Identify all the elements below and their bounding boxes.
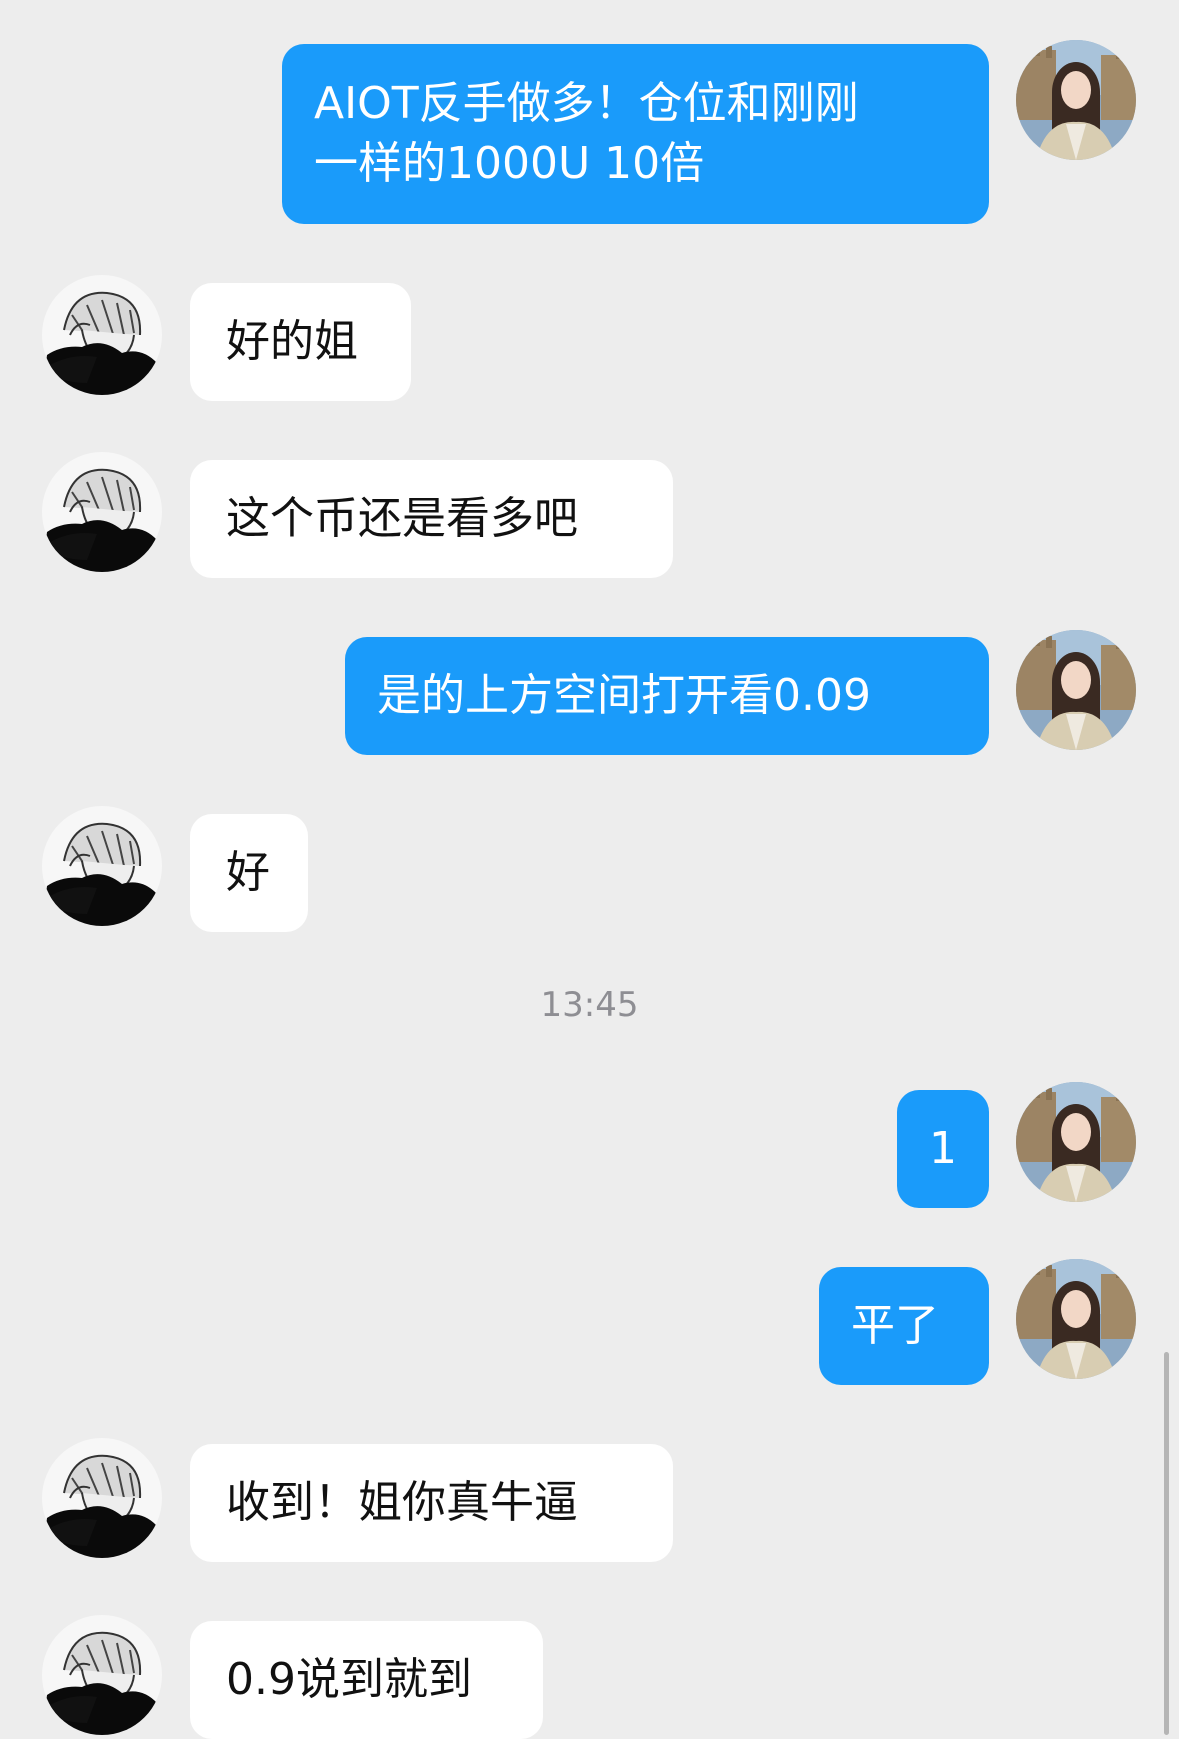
chat-message-list[interactable]: AIOT反手做多！仓位和刚刚 一样的1000U 10倍 好的姐 这个币还是看多吧… bbox=[0, 0, 1179, 1739]
message-bubble-incoming[interactable]: 0.9说到就到 bbox=[190, 1621, 543, 1739]
message-bubble-outgoing[interactable]: 1 bbox=[897, 1090, 989, 1208]
anime-avatar[interactable] bbox=[42, 1615, 162, 1735]
woman-photo-avatar-icon bbox=[1016, 40, 1136, 160]
message-bubble-outgoing[interactable]: 是的上方空间打开看0.09 bbox=[345, 637, 989, 755]
woman-photo-avatar-icon bbox=[1016, 630, 1136, 750]
message-bubble-incoming[interactable]: 收到！姐你真牛逼 bbox=[190, 1444, 673, 1562]
woman-photo-avatar-icon bbox=[1016, 1259, 1136, 1379]
message-bubble-incoming[interactable]: 这个币还是看多吧 bbox=[190, 460, 673, 578]
anime-avatar-icon bbox=[42, 275, 162, 395]
message-bubble-incoming[interactable]: 好的姐 bbox=[190, 283, 411, 401]
anime-avatar-icon bbox=[42, 806, 162, 926]
message-bubble-incoming[interactable]: 好 bbox=[190, 814, 308, 932]
woman-photo-avatar[interactable] bbox=[1016, 1082, 1136, 1202]
anime-avatar[interactable] bbox=[42, 275, 162, 395]
anime-avatar-icon bbox=[42, 1615, 162, 1735]
woman-photo-avatar[interactable] bbox=[1016, 40, 1136, 160]
anime-avatar[interactable] bbox=[42, 1438, 162, 1558]
woman-photo-avatar[interactable] bbox=[1016, 630, 1136, 750]
message-bubble-outgoing[interactable]: 平了 bbox=[819, 1267, 989, 1385]
anime-avatar-icon bbox=[42, 452, 162, 572]
message-bubble-outgoing[interactable]: AIOT反手做多！仓位和刚刚 一样的1000U 10倍 bbox=[282, 44, 989, 224]
woman-photo-avatar[interactable] bbox=[1016, 1259, 1136, 1379]
anime-avatar[interactable] bbox=[42, 806, 162, 926]
chat-timestamp: 13:45 bbox=[540, 985, 639, 1025]
anime-avatar-icon bbox=[42, 1438, 162, 1558]
woman-photo-avatar-icon bbox=[1016, 1082, 1136, 1202]
vertical-scrollbar[interactable] bbox=[1164, 1352, 1169, 1735]
anime-avatar[interactable] bbox=[42, 452, 162, 572]
